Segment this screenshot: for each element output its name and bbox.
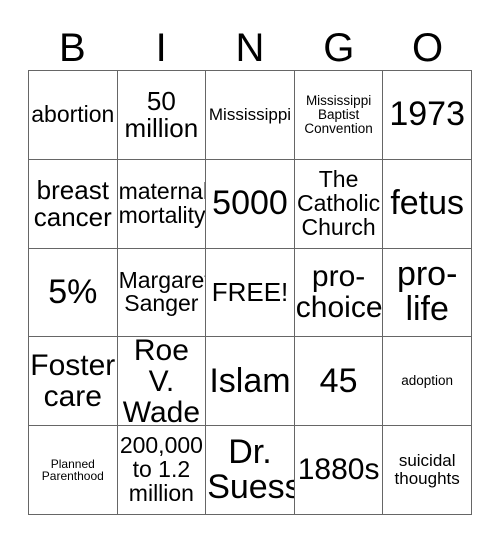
bingo-cell[interactable]: fetus: [383, 159, 472, 249]
bingo-cell-label: pro- choice: [295, 260, 383, 325]
bingo-cell-label: 50 million: [124, 85, 199, 143]
bingo-row: breast cancer maternal mortality 5000 Th…: [29, 159, 472, 249]
bingo-cell-label: abortion: [31, 100, 115, 127]
bingo-header-letter-o: O: [412, 26, 444, 70]
bingo-header-row: B I N G O: [28, 16, 472, 70]
bingo-cell[interactable]: Islam: [206, 337, 295, 427]
bingo-header-letter-b: B: [59, 26, 86, 70]
bingo-cell-label: 200,000 to 1.2 million: [119, 432, 203, 507]
bingo-cell-label: Mississippi: [208, 105, 292, 125]
bingo-cell[interactable]: 45: [294, 337, 384, 427]
bingo-cell-label: pro- life: [396, 255, 458, 329]
bingo-row: Foster care Roe V. Wade Islam 45 adoptio…: [29, 337, 472, 427]
bingo-cell[interactable]: Roe V. Wade: [117, 337, 207, 427]
bingo-cell[interactable]: The Catholic Church: [294, 159, 384, 249]
bingo-cell-label: Islam: [209, 361, 291, 400]
bingo-header-letter-g: G: [323, 26, 355, 70]
bingo-cell-label: Dr. Suess: [207, 432, 295, 507]
bingo-cell-label: breast cancer: [33, 174, 112, 232]
bingo-row: 5% Margaret Sanger FREE! pro- choice pro…: [29, 248, 472, 338]
bingo-cell-label: 5%: [48, 272, 98, 311]
bingo-cell[interactable]: Mississippi: [206, 71, 295, 160]
bingo-row: Planned Parenthood 200,000 to 1.2 millio…: [29, 426, 472, 515]
bingo-cell[interactable]: maternal mortality: [117, 159, 207, 249]
bingo-cell-label: fetus: [390, 184, 465, 223]
bingo-cell[interactable]: 5%: [29, 248, 118, 338]
bingo-card: B I N G O abortion 50 million Mississipp…: [0, 0, 500, 544]
bingo-cell[interactable]: 1973: [383, 71, 472, 160]
bingo-cell-label: FREE!: [211, 276, 289, 307]
bingo-cell[interactable]: Planned Parenthood: [29, 426, 118, 515]
bingo-grid: abortion 50 million Mississippi Mississi…: [28, 70, 472, 515]
bingo-cell-label: suicidal thoughts: [394, 451, 460, 489]
bingo-cell[interactable]: breast cancer: [29, 159, 118, 249]
bingo-cell[interactable]: adoption: [383, 337, 472, 427]
bingo-cell[interactable]: Foster care: [29, 337, 118, 427]
bingo-cell[interactable]: pro- choice: [294, 248, 384, 338]
bingo-cell-label: 1973: [389, 95, 465, 134]
bingo-header-letter-i: I: [155, 26, 167, 70]
bingo-cell-label: Planned Parenthood: [41, 456, 104, 484]
bingo-cell[interactable]: abortion: [29, 71, 118, 160]
bingo-cell-label: Margaret Sanger: [118, 266, 207, 317]
bingo-cell-label: 1880s: [297, 453, 380, 487]
bingo-cell-label: 5000: [212, 184, 288, 223]
bingo-cell[interactable]: Dr. Suess: [206, 426, 295, 515]
bingo-cell[interactable]: Mississippi Baptist Convention: [294, 71, 384, 160]
bingo-cell-label: 45: [319, 361, 358, 400]
bingo-cell-label: maternal mortality: [118, 177, 207, 228]
bingo-cell-label: adoption: [401, 373, 454, 389]
bingo-cell[interactable]: Margaret Sanger: [117, 248, 207, 338]
bingo-cell[interactable]: 1880s: [294, 426, 384, 515]
bingo-cell[interactable]: 5000: [206, 159, 295, 249]
bingo-cell-label: Mississippi Baptist Convention: [304, 92, 373, 136]
bingo-cell[interactable]: suicidal thoughts: [383, 426, 472, 515]
bingo-row: abortion 50 million Mississippi Mississi…: [29, 71, 472, 160]
bingo-cell-free[interactable]: FREE!: [206, 248, 295, 338]
bingo-cell-label: Roe V. Wade: [122, 337, 201, 427]
bingo-cell[interactable]: 200,000 to 1.2 million: [117, 426, 207, 515]
bingo-cell-label: Foster care: [30, 349, 116, 414]
bingo-cell[interactable]: 50 million: [117, 71, 207, 160]
bingo-header-letter-n: N: [235, 26, 265, 70]
bingo-cell[interactable]: pro- life: [383, 248, 472, 338]
bingo-cell-label: The Catholic Church: [297, 165, 381, 240]
